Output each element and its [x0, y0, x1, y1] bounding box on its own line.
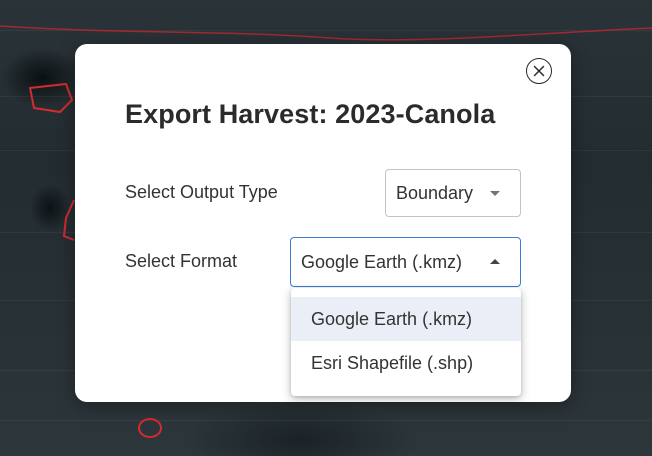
- format-value: Google Earth (.kmz): [301, 251, 463, 272]
- format-option-shp[interactable]: Esri Shapefile (.shp): [291, 341, 521, 385]
- format-label: Select Format: [125, 251, 238, 271]
- option-label: Google Earth (.kmz): [311, 308, 473, 329]
- format-option-kmz[interactable]: Google Earth (.kmz): [291, 297, 521, 341]
- close-icon: [533, 65, 545, 77]
- caret-up-icon: [490, 259, 500, 264]
- close-button[interactable]: [526, 58, 552, 84]
- output-type-select[interactable]: Boundary: [385, 169, 521, 217]
- dialog-title: Export Harvest: 2023-Canola: [125, 99, 496, 129]
- caret-down-icon: [490, 191, 500, 196]
- option-label: Esri Shapefile (.shp): [311, 352, 474, 373]
- format-select[interactable]: Google Earth (.kmz): [290, 237, 521, 287]
- output-type-label: Select Output Type: [125, 182, 278, 202]
- format-dropdown-menu: Google Earth (.kmz) Esri Shapefile (.shp…: [291, 288, 521, 396]
- output-type-value: Boundary: [396, 182, 474, 203]
